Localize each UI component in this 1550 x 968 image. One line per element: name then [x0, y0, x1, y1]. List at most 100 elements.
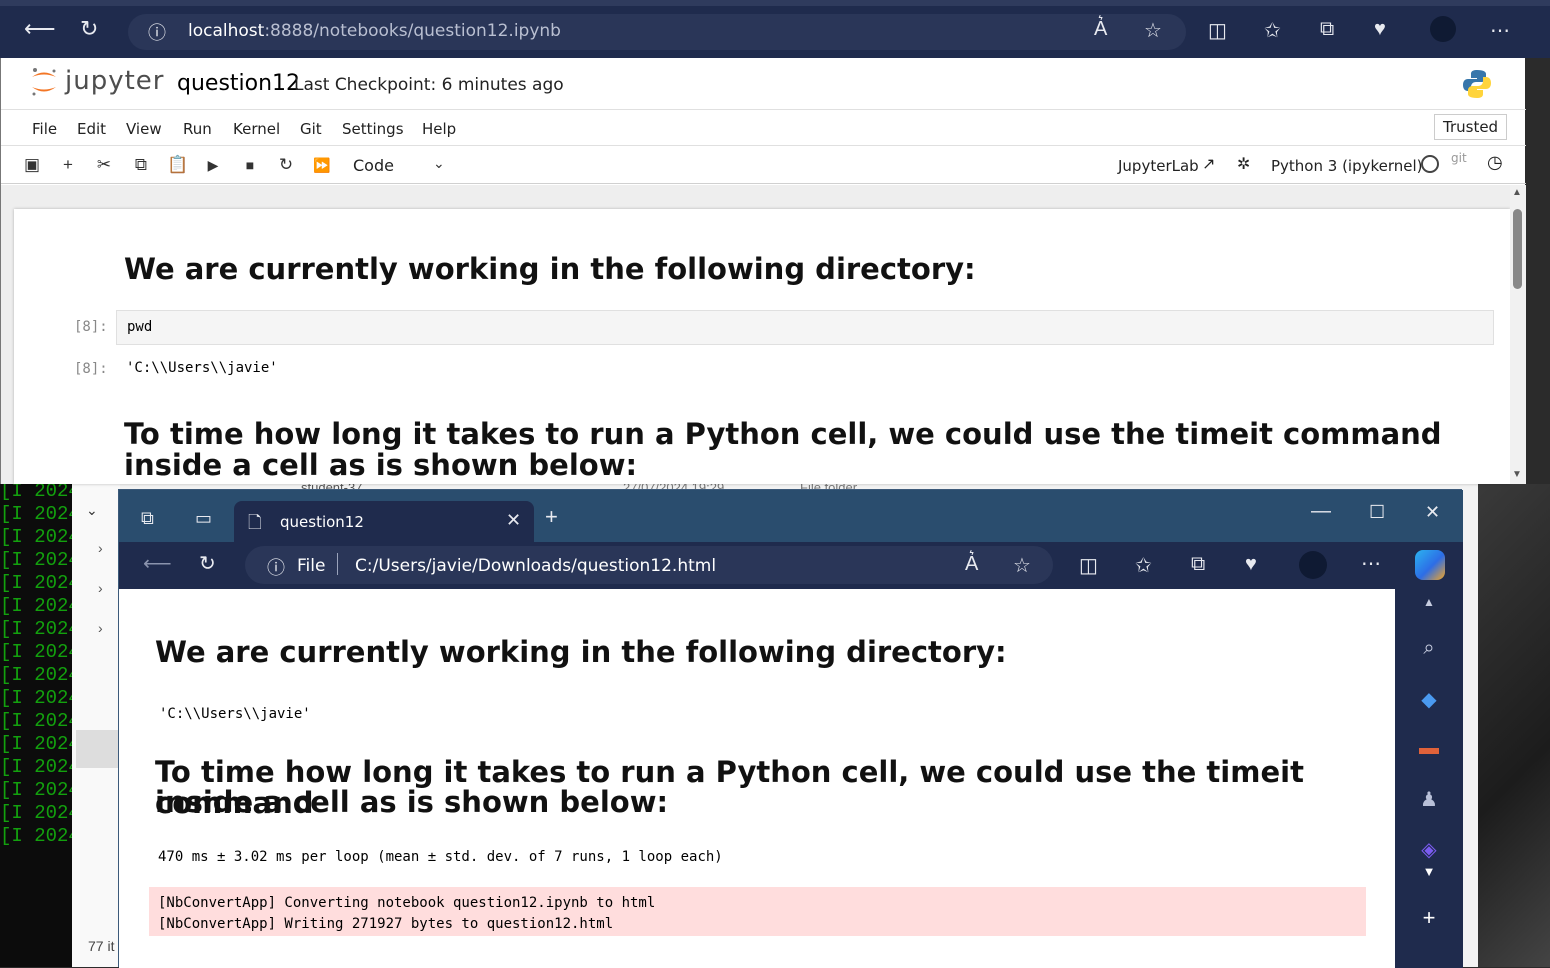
tab-title[interactable]: question12 — [280, 513, 364, 531]
tools-icon[interactable]: ▬ — [1417, 737, 1441, 760]
menu-view[interactable]: View — [126, 120, 162, 138]
copy-icon[interactable]: ⧉ — [131, 155, 151, 175]
terminal-line: [I 2024 — [0, 756, 80, 778]
read-aloud-icon[interactable]: A͛ — [1094, 18, 1107, 41]
close-tab-icon[interactable]: ✕ — [506, 510, 521, 531]
terminal-line: [I 2024 — [0, 526, 80, 548]
jupyterlab-link[interactable]: JupyterLab — [1118, 157, 1199, 175]
menu-run[interactable]: Run — [183, 120, 212, 138]
split-screen-icon[interactable]: ◫ — [1079, 553, 1098, 578]
menu-file[interactable]: File — [32, 120, 57, 138]
url-text[interactable]: C:/Users/javie/Downloads/question12.html — [355, 556, 716, 576]
python-logo-icon — [1463, 70, 1491, 98]
menu-kernel[interactable]: Kernel — [233, 120, 280, 138]
desktop-background — [1478, 484, 1550, 967]
file-label[interactable]: File — [297, 556, 325, 576]
chevron-right-icon[interactable]: › — [98, 620, 103, 636]
copilot-icon[interactable] — [1415, 550, 1445, 580]
stderr-line: [NbConvertApp] Writing 271927 bytes to q… — [158, 916, 614, 932]
cell-type-select[interactable]: Code — [353, 156, 394, 175]
terminal-window: [I 2024 [I 2024 [I 2024 [I 2024 [I 2024 [I 20… — [0, 484, 80, 967]
more-options-icon[interactable]: ⋯ — [1490, 18, 1510, 43]
menu-help[interactable]: Help — [422, 120, 456, 138]
refresh-icon[interactable]: ↻ — [80, 16, 98, 42]
info-icon[interactable]: ⓘ — [148, 19, 166, 45]
favorites-icon[interactable]: ✩ — [1264, 18, 1281, 43]
scrollbar-thumb[interactable] — [1513, 209, 1522, 289]
profile-avatar[interactable] — [1299, 551, 1327, 579]
info-icon[interactable]: ⓘ — [267, 554, 285, 580]
jupyter-logo-text[interactable]: jupyter — [65, 66, 164, 96]
jupyter-notebook-page: jupyter question12 Last Checkpoint: 6 mi… — [0, 58, 1526, 484]
notebook-title[interactable]: question12 — [177, 71, 300, 96]
cut-icon[interactable]: ✂ — [94, 155, 114, 175]
close-window-icon[interactable]: ✕ — [1425, 502, 1440, 523]
chevron-down-icon[interactable]: ⌄ — [433, 155, 445, 172]
menu-git[interactable]: Git — [300, 120, 322, 138]
clock-icon[interactable]: ◷ — [1487, 152, 1503, 173]
collections-icon[interactable]: ⧉ — [1320, 18, 1334, 41]
terminal-line: [I 2024 — [0, 618, 80, 640]
chevron-right-icon[interactable]: › — [98, 580, 103, 596]
games-icon[interactable]: ♟ — [1417, 787, 1441, 812]
more-options-icon[interactable]: ⋯ — [1361, 551, 1381, 576]
terminal-line: [I 2024 — [0, 710, 80, 732]
menu-edit[interactable]: Edit — [77, 120, 106, 138]
chevron-down-icon[interactable]: ⌄ — [86, 502, 98, 519]
divider — [337, 553, 338, 575]
back-arrow-icon[interactable]: ⟵ — [143, 551, 172, 576]
favorites-icon[interactable]: ✩ — [1135, 553, 1152, 578]
shopping-tag-icon[interactable]: ◆ — [1417, 687, 1441, 712]
chevron-right-icon[interactable]: › — [98, 540, 103, 556]
profile-avatar[interactable] — [1430, 16, 1456, 42]
html-preview-browser-window: ⧉ ▭ 🗋 question12 ✕ + — ☐ ✕ ⟵ ↻ ⓘ File C:… — [118, 489, 1463, 968]
code-cell[interactable]: pwd — [116, 310, 1494, 345]
paste-icon[interactable]: 📋 — [167, 155, 188, 175]
stop-icon[interactable]: ■ — [240, 157, 260, 173]
code-text[interactable]: pwd — [127, 319, 152, 335]
browser-essentials-icon[interactable]: ♥ — [1374, 18, 1386, 41]
add-icon[interactable]: + — [1417, 905, 1441, 931]
scroll-up-icon[interactable]: ▲ — [1417, 595, 1441, 609]
tab-question12[interactable]: 🗋 question12 ✕ — [234, 501, 534, 542]
git-label[interactable]: git — [1451, 151, 1467, 165]
workspaces-icon[interactable]: ⧉ — [141, 508, 154, 529]
scroll-up-icon[interactable]: ▲ — [1512, 187, 1522, 198]
fast-forward-icon[interactable]: ⏩ — [312, 157, 332, 174]
chevron-down-icon[interactable]: ▼ — [1417, 864, 1441, 879]
scroll-down-icon[interactable]: ▼ — [1512, 469, 1522, 480]
save-icon[interactable]: ▣ — [22, 155, 42, 175]
debugger-icon[interactable]: ✲ — [1237, 154, 1250, 173]
trusted-indicator[interactable]: Trusted — [1434, 114, 1508, 140]
vertical-scrollbar[interactable]: ▲ ▼ — [1510, 185, 1526, 484]
back-arrow-icon[interactable]: ⟵ — [24, 16, 56, 42]
input-prompt: [8]: — [74, 319, 108, 335]
kernel-name[interactable]: Python 3 (ipykernel) — [1271, 157, 1423, 175]
minimize-icon[interactable]: — — [1311, 500, 1331, 523]
page-heading: We are currently working in the followin… — [155, 635, 1007, 669]
read-aloud-icon[interactable]: A͛ — [965, 553, 978, 576]
search-icon[interactable]: ⌕ — [1417, 637, 1441, 660]
collections-icon[interactable]: ⧉ — [1191, 553, 1205, 576]
new-tab-icon[interactable]: + — [545, 504, 558, 530]
notebook-panel: We are currently working in the followin… — [14, 209, 1510, 484]
star-icon[interactable]: ☆ — [1013, 553, 1031, 578]
split-screen-icon[interactable]: ◫ — [1208, 18, 1227, 43]
tab-actions-icon[interactable]: ▭ — [195, 508, 212, 529]
office-icon[interactable]: ◈ — [1417, 837, 1441, 862]
star-icon[interactable]: ☆ — [1144, 18, 1162, 43]
restart-icon[interactable]: ↻ — [276, 155, 296, 175]
nav-item-selected[interactable] — [76, 730, 120, 768]
external-link-icon[interactable]: ↗ — [1202, 154, 1215, 173]
maximize-icon[interactable]: ☐ — [1369, 502, 1385, 523]
terminal-line: [I 2024 — [0, 484, 80, 502]
stderr-output-box: [NbConvertApp] Converting notebook quest… — [149, 887, 1366, 936]
jupyter-logo-icon[interactable] — [29, 66, 59, 98]
run-icon[interactable]: ▶ — [203, 157, 223, 174]
notebook-header: jupyter question12 Last Checkpoint: 6 mi… — [1, 58, 1526, 110]
url-text[interactable]: localhost:8888/notebooks/question12.ipyn… — [188, 21, 561, 41]
refresh-icon[interactable]: ↻ — [199, 551, 216, 576]
add-cell-icon[interactable]: + — [58, 155, 78, 175]
browser-essentials-icon[interactable]: ♥ — [1245, 553, 1257, 576]
menu-settings[interactable]: Settings — [342, 120, 404, 138]
